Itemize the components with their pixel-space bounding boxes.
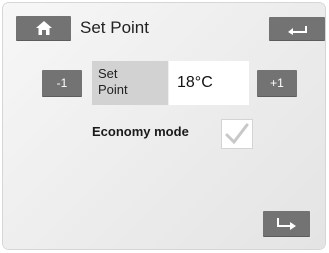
back-button[interactable] — [269, 17, 325, 40]
setpoint-label-box: Set Point — [92, 61, 168, 105]
enter-button[interactable] — [263, 211, 310, 236]
page-title: Set Point — [80, 18, 149, 37]
home-icon — [35, 21, 52, 35]
economy-mode-label: Economy mode — [92, 124, 189, 139]
economy-mode-checkbox[interactable] — [221, 119, 253, 149]
home-button[interactable] — [16, 16, 71, 40]
increment-button[interactable]: +1 — [257, 70, 297, 96]
decrement-button[interactable]: -1 — [42, 70, 82, 96]
setpoint-value: 18°C — [177, 74, 213, 91]
setpoint-label: Set Point — [98, 66, 128, 97]
back-arrow-icon — [288, 25, 307, 35]
checkmark-icon — [225, 123, 249, 145]
thermostat-screen: Set Point -1 Set Point 18°C +1 Economy m… — [3, 3, 325, 249]
setpoint-value-field[interactable]: 18°C — [169, 61, 249, 105]
enter-arrow-icon — [276, 217, 296, 230]
